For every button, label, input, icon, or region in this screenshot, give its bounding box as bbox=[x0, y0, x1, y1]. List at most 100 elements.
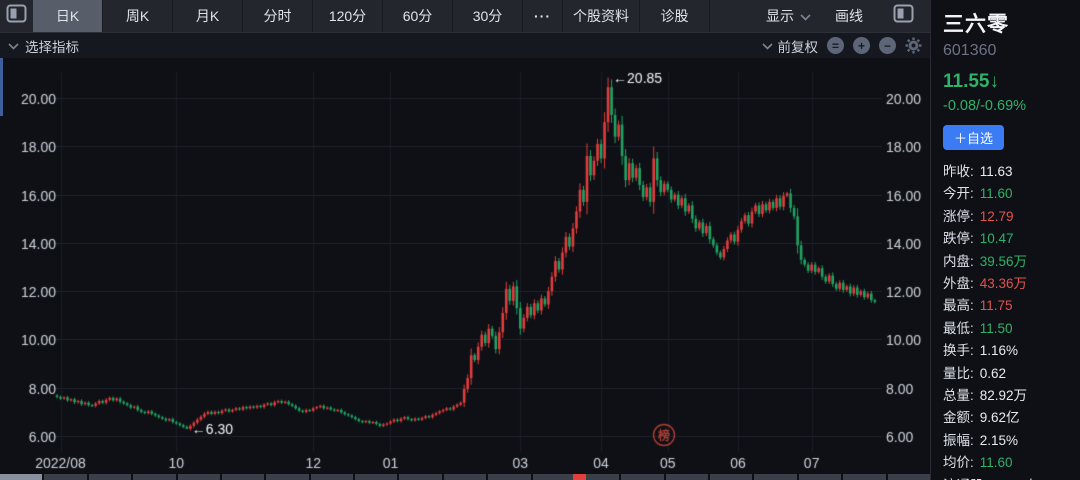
stat-value: 11.63 bbox=[979, 164, 1013, 179]
left-panel-toggle-button[interactable] bbox=[0, 0, 33, 32]
stat-label: 外盘: bbox=[943, 276, 974, 292]
more-tabs-button[interactable]: ··· bbox=[523, 0, 563, 32]
stock-name: 三六零 bbox=[943, 13, 1009, 36]
tab-诊股[interactable]: 诊股 bbox=[640, 0, 710, 32]
stat-label: 振幅: bbox=[943, 432, 974, 448]
stat-value: 10.47 bbox=[979, 231, 1014, 247]
strip-segment[interactable] bbox=[621, 474, 664, 480]
strip-segment[interactable] bbox=[177, 474, 220, 480]
stat-row: 最低: 11.50 bbox=[943, 318, 1080, 340]
draw-line-label: 画线 bbox=[835, 8, 863, 24]
stat-row: 外盘: 43.36万 bbox=[943, 273, 1080, 295]
strip-segment[interactable] bbox=[399, 474, 442, 480]
zoom-reset-button[interactable]: = bbox=[827, 37, 844, 54]
bottom-pane-strip[interactable] bbox=[0, 474, 930, 480]
toolbar: 日K 周K 月K 分时 120分 60分 30分 ··· 个股资料 诊股 显示 画线 bbox=[0, 0, 930, 33]
indicator-row: 选择指标 前复权 = + − bbox=[0, 33, 930, 58]
stat-label: 流通股: bbox=[943, 475, 987, 480]
strip-segment[interactable] bbox=[133, 474, 176, 480]
stat-row: 内盘: 39.56万 bbox=[943, 251, 1080, 273]
tab-30分[interactable]: 30分 bbox=[453, 0, 523, 32]
strip-segment[interactable] bbox=[710, 474, 753, 480]
strip-segment[interactable] bbox=[266, 474, 309, 480]
strip-segment[interactable] bbox=[355, 474, 398, 480]
stat-label: 均价: bbox=[943, 455, 974, 471]
stat-label: 换手: bbox=[943, 343, 974, 359]
stat-label: 昨收: bbox=[943, 164, 974, 179]
select-indicator-label: 选择指标 bbox=[25, 39, 79, 55]
stock-price: 11.55↓ bbox=[943, 71, 1080, 93]
stat-value: 11.60 bbox=[979, 186, 1013, 202]
display-label: 显示 bbox=[766, 8, 794, 24]
display-menu[interactable]: 显示 bbox=[766, 6, 811, 26]
zoom-out-button[interactable]: − bbox=[879, 37, 896, 54]
select-indicator-dropdown[interactable]: 选择指标 bbox=[8, 36, 79, 56]
add-watchlist-button[interactable]: ＋自选 bbox=[943, 125, 1005, 150]
tab-周K[interactable]: 周K bbox=[103, 0, 173, 32]
strip-segment[interactable] bbox=[0, 474, 43, 480]
strip-segment[interactable] bbox=[44, 474, 87, 480]
stat-value: 2.15% bbox=[979, 432, 1019, 448]
stat-label: 最高: bbox=[943, 298, 974, 314]
strip-segment[interactable] bbox=[665, 474, 708, 480]
panel-layout-icon bbox=[6, 4, 27, 28]
tab-120分[interactable]: 120分 bbox=[313, 0, 383, 32]
strip-segment[interactable] bbox=[88, 474, 132, 480]
stat-value: 11.75 bbox=[979, 298, 1013, 314]
stat-label: 涨停: bbox=[943, 208, 974, 224]
adjust-mode-dropdown[interactable]: 前复权 bbox=[761, 36, 819, 56]
tab-分时[interactable]: 分时 bbox=[243, 0, 313, 32]
stat-value: 1.16% bbox=[979, 343, 1019, 359]
stat-value: 0.62 bbox=[979, 365, 1007, 381]
strip-segment[interactable] bbox=[754, 474, 797, 480]
chevron-down-icon bbox=[761, 38, 773, 53]
strip-segment[interactable] bbox=[443, 474, 487, 480]
chevron-down-icon bbox=[8, 38, 19, 53]
right-panel-toggle-button[interactable] bbox=[887, 4, 920, 28]
stat-label: 跌停: bbox=[943, 231, 974, 247]
stat-row: 今开: 11.60 bbox=[943, 183, 1080, 205]
strip-segment[interactable] bbox=[887, 474, 930, 480]
stat-row: 量比: 0.62 bbox=[943, 363, 1080, 385]
price-value: 11.55 bbox=[943, 71, 990, 92]
stock-info-sidebar: 三六零 601360 11.55↓ -0.08/-0.69% ＋自选 昨收: 11… bbox=[930, 0, 1080, 480]
tab-个股资料[interactable]: 个股资料 bbox=[563, 0, 640, 32]
strip-segment[interactable] bbox=[221, 474, 265, 480]
tab-月K[interactable]: 月K bbox=[173, 0, 243, 32]
stat-value: 11.60 bbox=[979, 455, 1013, 471]
stat-row: 最高: 11.75 bbox=[943, 295, 1080, 317]
zoom-in-button[interactable]: + bbox=[853, 37, 870, 54]
gear-icon[interactable] bbox=[905, 37, 922, 54]
strip-segment[interactable] bbox=[843, 474, 886, 480]
stat-value: 12.79 bbox=[979, 208, 1014, 224]
stat-row: 跌停: 10.47 bbox=[943, 228, 1080, 250]
stat-value: 71.45亿 bbox=[993, 475, 1040, 480]
left-scroll-indicator bbox=[0, 58, 3, 116]
stat-row: 均价: 11.60 bbox=[943, 452, 1080, 474]
stat-row: 流通股: 71.45亿 bbox=[943, 475, 1080, 480]
tab-日K[interactable]: 日K bbox=[33, 0, 103, 32]
kline-chart-canvas[interactable] bbox=[0, 58, 930, 474]
adjust-mode-label: 前复权 bbox=[777, 39, 819, 55]
indicator-right-controls: 前复权 = + − bbox=[761, 36, 923, 56]
draw-line-button[interactable]: 画线 bbox=[835, 6, 863, 26]
tab-60分[interactable]: 60分 bbox=[383, 0, 453, 32]
stat-value: 39.56万 bbox=[979, 253, 1028, 269]
stat-value: 43.36万 bbox=[979, 276, 1028, 292]
stat-row: 换手: 1.16% bbox=[943, 340, 1080, 362]
chevron-down-icon bbox=[800, 8, 811, 24]
tab-bar: 日K 周K 月K 分时 120分 60分 30分 ··· 个股资料 诊股 bbox=[33, 0, 710, 32]
strip-highlight-marker bbox=[573, 474, 586, 480]
stat-row: 总量: 82.92万 bbox=[943, 385, 1080, 407]
strip-segment[interactable] bbox=[310, 474, 353, 480]
stat-value: 82.92万 bbox=[979, 388, 1028, 404]
stat-value: 11.50 bbox=[979, 320, 1013, 336]
strip-segment[interactable] bbox=[798, 474, 842, 480]
stat-list: 昨收: 11.63 今开: 11.60 涨停: 12.79 跌停: 10.47 内盘: 39.56… bbox=[943, 161, 1080, 480]
toolbar-right: 显示 画线 bbox=[766, 0, 930, 32]
strip-segment[interactable] bbox=[532, 474, 575, 480]
stat-value: 9.62亿 bbox=[979, 410, 1020, 426]
stat-label: 最低: bbox=[943, 320, 974, 336]
strip-segment[interactable] bbox=[488, 474, 531, 480]
stock-change: -0.08/-0.69% bbox=[943, 98, 1027, 114]
